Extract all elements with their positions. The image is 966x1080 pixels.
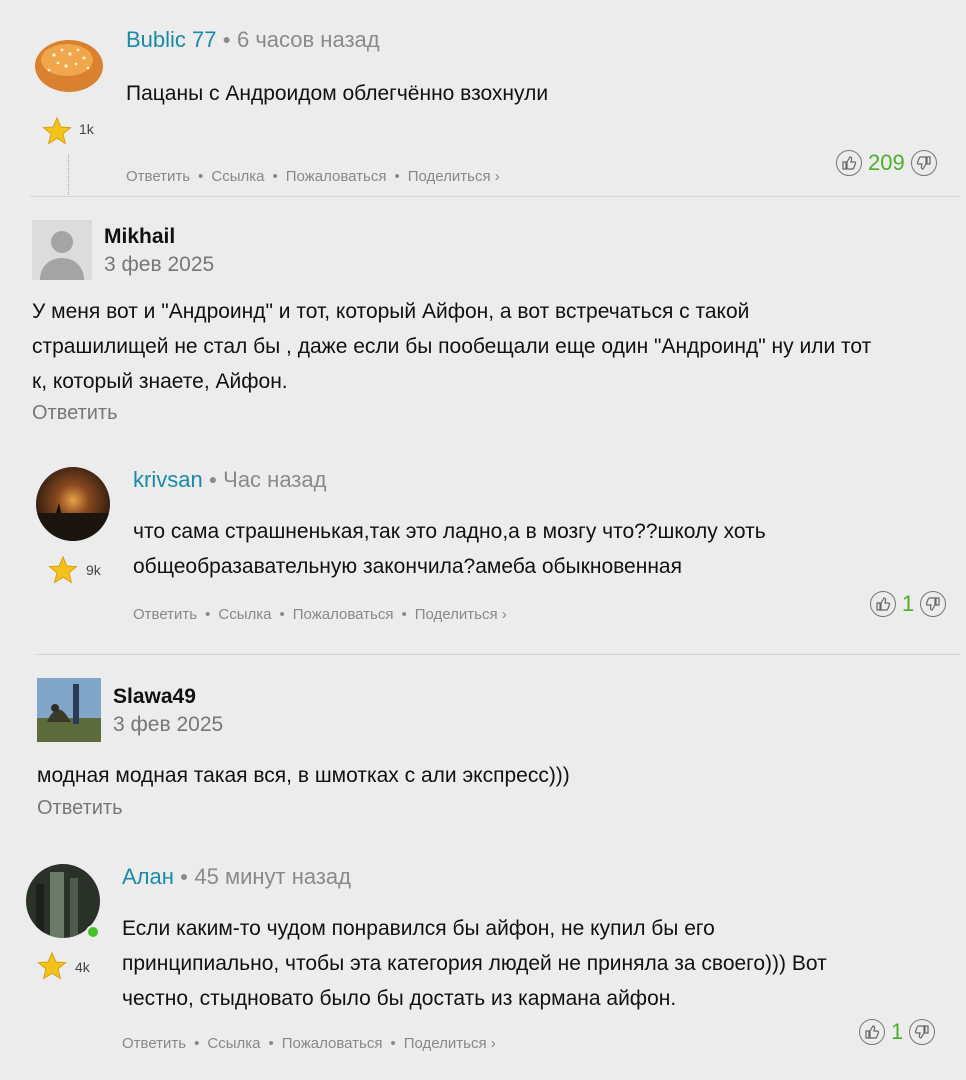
- permalink-link[interactable]: Ссылка: [218, 606, 271, 623]
- karma-star-icon: [42, 116, 72, 151]
- comment-text: модная модная такая вся, в шмотках с али…: [37, 764, 570, 787]
- author-link[interactable]: Bublic 77: [126, 27, 217, 52]
- thumbs-down-icon[interactable]: [910, 150, 937, 176]
- thumbs-down-icon[interactable]: [920, 591, 947, 617]
- author-link[interactable]: krivsan: [133, 467, 203, 492]
- comment-time: Час назад: [223, 467, 327, 492]
- comment-text: Пацаны с Андроидом облегчённо взохнули: [126, 82, 549, 105]
- vote-widget: 1: [859, 1019, 936, 1045]
- avatar[interactable]: [37, 678, 101, 742]
- comment-text: что сама страшненькая,так это ладно,а в …: [133, 520, 766, 578]
- share-link[interactable]: Поделиться ›: [415, 606, 507, 623]
- comment-date: 3 фев 2025: [104, 253, 215, 276]
- avatar[interactable]: [36, 467, 110, 541]
- report-link[interactable]: Пожаловаться: [282, 1035, 383, 1052]
- thread-line: [68, 155, 69, 195]
- share-link[interactable]: Поделиться ›: [404, 1035, 496, 1052]
- vote-count: 1: [891, 1019, 904, 1044]
- thumbs-up-icon[interactable]: [836, 150, 862, 176]
- permalink-link[interactable]: Ссылка: [211, 168, 264, 185]
- comment-time: 45 минут назад: [194, 864, 352, 889]
- reply-link[interactable]: Ответить: [32, 402, 118, 425]
- comment-text: Если каким-то чудом понравился бы айфон,…: [122, 917, 827, 1010]
- avatar[interactable]: [32, 220, 92, 280]
- vote-count: 209: [868, 150, 905, 175]
- report-link[interactable]: Пожаловаться: [286, 168, 387, 185]
- comment-time: 6 часов назад: [236, 27, 380, 52]
- karma-star-icon: [37, 951, 67, 986]
- karma-star-icon: [48, 555, 78, 590]
- comment-actions: Ответить • Ссылка • Пожаловаться • Поделиться …: [122, 1035, 496, 1052]
- karma-value: 9k: [86, 562, 101, 578]
- karma-value: 1k: [79, 121, 94, 137]
- comment-actions: Ответить • Ссылка • Пожаловаться • Поделиться …: [126, 168, 500, 185]
- divider: [30, 196, 960, 197]
- permalink-link[interactable]: Ссылка: [207, 1035, 260, 1052]
- reply-link[interactable]: Ответить: [126, 168, 190, 185]
- vote-widget: 1: [870, 591, 947, 617]
- author-link[interactable]: Mikhail: [104, 225, 175, 249]
- online-status-dot: [86, 925, 100, 939]
- comment-date: 3 фев 2025: [113, 713, 224, 736]
- thumbs-up-icon[interactable]: [870, 591, 896, 617]
- comment-actions: Ответить • Ссылка • Пожаловаться • Поделиться …: [133, 606, 507, 623]
- avatar[interactable]: [34, 30, 104, 100]
- reply-link[interactable]: Ответить: [122, 1035, 186, 1052]
- thumbs-up-icon[interactable]: [859, 1019, 885, 1045]
- reply-link[interactable]: Ответить: [37, 797, 123, 820]
- vote-count: 1: [902, 591, 915, 616]
- share-link[interactable]: Поделиться ›: [408, 168, 500, 185]
- reply-link[interactable]: Ответить: [133, 606, 197, 623]
- karma-value: 4k: [75, 959, 90, 975]
- comment-text: У меня вот и "Андроинд" и тот, который А…: [32, 300, 872, 393]
- thumbs-down-icon[interactable]: [909, 1019, 936, 1045]
- author-link[interactable]: Алан: [122, 864, 174, 889]
- divider: [36, 654, 960, 655]
- report-link[interactable]: Пожаловаться: [293, 606, 394, 623]
- author-link[interactable]: Slawa49: [113, 685, 196, 709]
- vote-widget: 209: [836, 150, 937, 176]
